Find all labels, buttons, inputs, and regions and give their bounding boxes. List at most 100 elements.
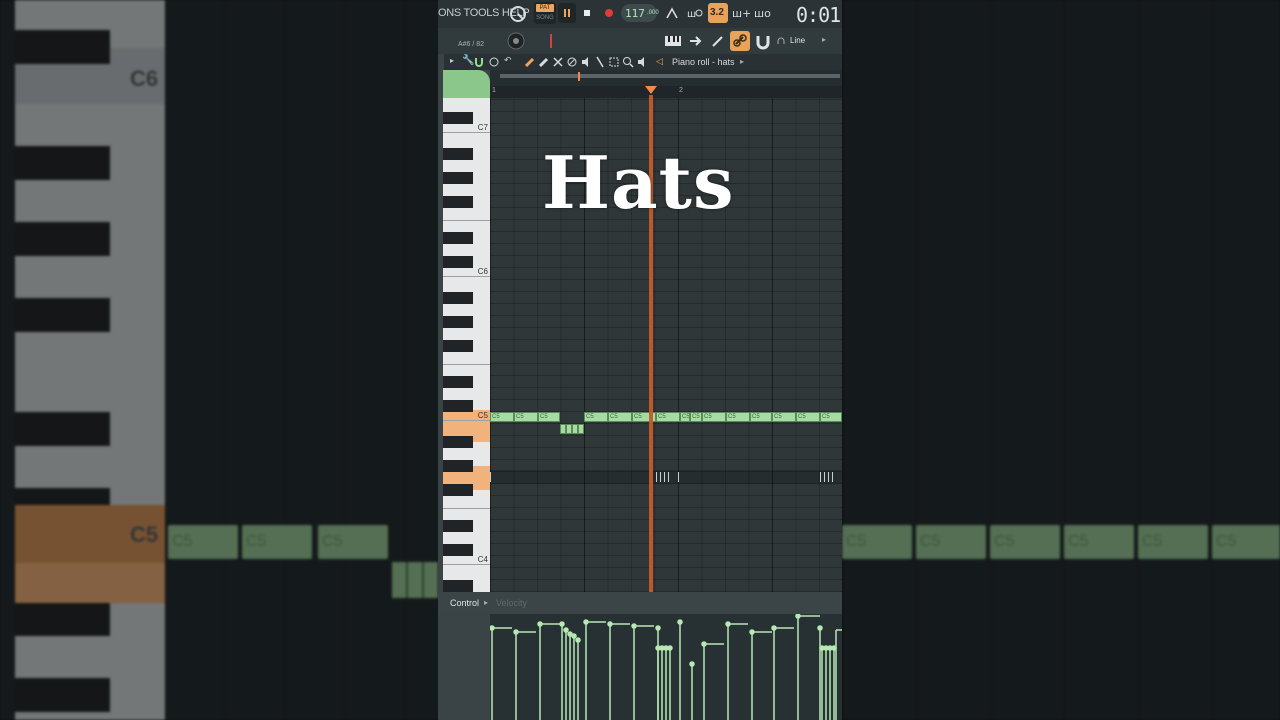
chevron-right-icon[interactable]: ▸	[822, 35, 826, 44]
wrench-icon[interactable]: 🔧	[462, 55, 474, 66]
tempo-display[interactable]: 117 .000	[621, 4, 659, 22]
note-short[interactable]	[578, 424, 584, 434]
svg-text:ш+: ш+	[732, 7, 750, 20]
black-key[interactable]	[443, 484, 473, 496]
note-c5[interactable]: C5	[490, 412, 514, 422]
key-divider	[443, 132, 490, 133]
note-c5[interactable]: C5	[772, 412, 796, 422]
note-c5[interactable]: C5	[726, 412, 750, 422]
delete-tool-icon[interactable]	[552, 56, 564, 68]
stop-icon[interactable]	[580, 6, 594, 20]
magnet-snap-icon[interactable]	[754, 32, 772, 50]
speaker-icon[interactable]	[580, 56, 592, 68]
menu-arrow-icon[interactable]: ▸	[450, 56, 454, 65]
tempo-value: 117	[625, 7, 645, 20]
note-c5[interactable]: C5	[820, 412, 842, 422]
speaker-target-icon[interactable]: ◁	[656, 56, 663, 67]
record-icon[interactable]	[602, 6, 616, 20]
bg-note: C5	[318, 525, 388, 559]
black-key[interactable]	[443, 112, 473, 124]
pitch-slider-icon[interactable]	[546, 34, 556, 48]
bg-note: C5	[1138, 525, 1208, 559]
timeline-ruler[interactable]: 1 2	[490, 70, 842, 98]
bar-marker-1: 1	[492, 87, 496, 94]
bg-note: C5	[242, 525, 312, 559]
magnet-icon[interactable]	[474, 56, 484, 68]
zoom-icon[interactable]	[622, 56, 634, 68]
note-c5[interactable]: C5	[584, 412, 608, 422]
note-c5[interactable]: C5	[656, 412, 680, 422]
black-key[interactable]	[443, 232, 473, 244]
note-c5[interactable]: C5	[680, 412, 690, 422]
master-volume-knob-icon[interactable]	[508, 4, 528, 24]
undo-icon[interactable]: ↶	[504, 55, 512, 66]
note-c5[interactable]: C5	[538, 412, 560, 422]
piano-roll-title[interactable]: Piano roll - hats	[672, 57, 735, 67]
brush-icon[interactable]	[538, 56, 550, 68]
black-key[interactable]	[443, 148, 473, 160]
black-key[interactable]	[443, 376, 473, 388]
velocity-bars	[490, 614, 842, 720]
pencil-tool-icon[interactable]	[710, 33, 726, 49]
settings-circle-icon[interactable]	[488, 56, 500, 68]
control-label[interactable]: Control	[450, 598, 479, 608]
key-label-c4: C4	[477, 555, 488, 564]
bg-note: C5	[990, 525, 1060, 559]
black-key[interactable]	[443, 544, 473, 556]
pat-song-toggle[interactable]: PAT SONG	[534, 2, 556, 24]
black-key[interactable]	[443, 400, 473, 412]
countdown-toggle[interactable]: 3.2	[708, 3, 728, 23]
song-overview-strip	[500, 74, 840, 78]
key-divider	[443, 508, 490, 509]
note-c5[interactable]: C5	[750, 412, 772, 422]
key-label-c7: C7	[477, 123, 488, 132]
step-edit-icon[interactable]: ш+	[732, 5, 750, 21]
piano-keyboard-icon[interactable]	[664, 34, 682, 48]
bar-ruler	[490, 86, 842, 98]
pitch-knob-icon[interactable]	[506, 31, 526, 51]
loop-record-icon[interactable]: шo	[754, 5, 772, 21]
black-key[interactable]	[443, 316, 473, 328]
black-key[interactable]	[443, 172, 473, 184]
bg-label-c5: C5	[130, 522, 159, 547]
piano-keyboard[interactable]: C7 C6 C5 C4	[443, 98, 490, 592]
ghost-note	[820, 472, 821, 482]
background-right-blur: C5 C5 C5 C5 C5 C5	[842, 0, 1280, 720]
black-key[interactable]	[443, 580, 473, 592]
playhead-marker[interactable]	[645, 86, 657, 94]
note-c5[interactable]: C5	[690, 412, 702, 422]
black-key[interactable]	[443, 340, 473, 352]
velocity-lane[interactable]	[490, 614, 842, 720]
select-tool-icon[interactable]	[608, 56, 620, 68]
bg-black-key	[15, 30, 110, 64]
key-divider	[443, 420, 490, 421]
pencil-icon[interactable]	[524, 56, 536, 68]
arrow-right-icon[interactable]	[688, 34, 704, 48]
piano-roll-toolbar: ▸ 🔧 ↶ ◁	[444, 54, 842, 70]
black-key[interactable]	[443, 460, 473, 472]
black-key[interactable]	[443, 292, 473, 304]
note-c5[interactable]: C5	[514, 412, 538, 422]
black-key[interactable]	[443, 436, 473, 448]
link-toggle[interactable]	[730, 31, 750, 51]
black-key[interactable]	[443, 196, 473, 208]
play-pause-button[interactable]	[558, 3, 576, 23]
wait-for-input-icon[interactable]: ш	[686, 5, 704, 21]
slice-tool-icon[interactable]	[594, 56, 606, 68]
playback-icon[interactable]	[636, 56, 648, 68]
note-c5[interactable]: C5	[608, 412, 632, 422]
bg-grid	[842, 0, 1280, 720]
fl-studio-window: ONS TOOLS HELP PAT SONG 117 .000 ш 3.2 ш…	[438, 0, 842, 720]
black-key[interactable]	[443, 256, 473, 268]
black-key[interactable]	[443, 520, 473, 532]
key-label-c6: C6	[477, 267, 488, 276]
control-target[interactable]: Velocity	[496, 598, 527, 608]
tool-mode-select[interactable]: Line	[790, 36, 805, 45]
note-c5[interactable]: C5	[796, 412, 820, 422]
bg-black-key	[15, 602, 110, 636]
note-c5[interactable]: C5	[702, 412, 726, 422]
ghost-note	[824, 472, 825, 482]
mute-tool-icon[interactable]	[566, 56, 578, 68]
metronome-icon[interactable]	[664, 5, 680, 21]
key-divider	[443, 564, 490, 565]
